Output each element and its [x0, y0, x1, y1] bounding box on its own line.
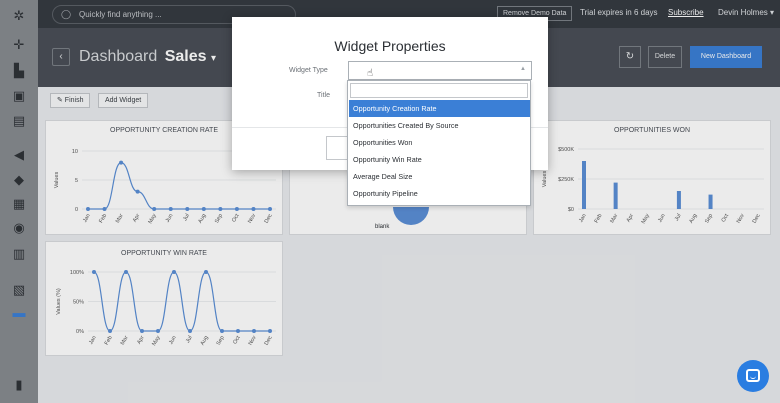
dropdown-option[interactable]: Average Deal Size	[349, 168, 530, 185]
widget-type-label: Widget Type	[289, 67, 328, 74]
widget-type-select[interactable]: ▲	[348, 61, 532, 80]
chat-launcher-button[interactable]	[737, 360, 769, 392]
pointer-cursor-icon: ☝	[367, 68, 374, 79]
dropdown-search-input[interactable]	[350, 83, 528, 98]
dropdown-option[interactable]: Opportunities Created By Source	[349, 117, 530, 134]
title-label: Title	[317, 92, 330, 99]
chat-icon	[746, 369, 760, 382]
chevron-down-icon: ▲	[520, 66, 526, 72]
dropdown-option[interactable]: Opportunity Pipeline	[349, 185, 530, 202]
dropdown-option[interactable]: Opportunities Won	[349, 134, 530, 151]
dropdown-option[interactable]: Opportunity Creation Rate	[349, 100, 530, 117]
widget-type-dropdown: Opportunity Creation Rate Opportunities …	[347, 80, 531, 206]
dropdown-option[interactable]: Opportunity Win Rate	[349, 151, 530, 168]
modal-title: Widget Properties	[334, 38, 446, 54]
